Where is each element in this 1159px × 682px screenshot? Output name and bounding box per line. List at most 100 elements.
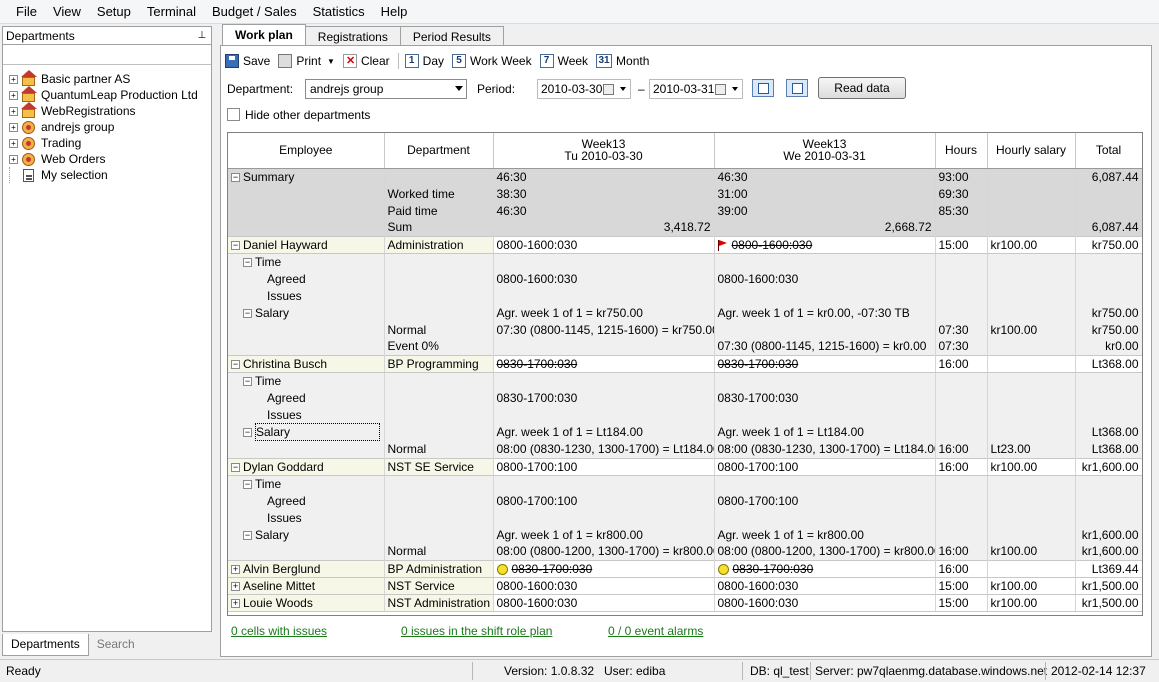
- employee-row[interactable]: − Daniel Hayward Administration 0800-1600:0…: [228, 235, 1142, 254]
- cell-total[interactable]: [1075, 287, 1142, 304]
- cell-department[interactable]: NST Administration: [384, 593, 494, 612]
- cell-day2[interactable]: 08:00 (0830-1230, 1300-1700) = Lt184.00: [714, 441, 936, 458]
- cell-department[interactable]: [384, 423, 494, 441]
- column-header-employee[interactable]: Employee: [228, 133, 385, 169]
- cell-hours[interactable]: 15:00: [935, 593, 988, 612]
- tree-node[interactable]: + Trading: [9, 135, 211, 151]
- cell-total[interactable]: [1075, 492, 1142, 509]
- cell-department[interactable]: Sum: [384, 219, 494, 236]
- cell-department[interactable]: [384, 253, 494, 270]
- cell-hourly-salary[interactable]: [987, 372, 1076, 389]
- employee-row[interactable]: − Dylan Goddard NST SE Service 0800-1700:10…: [228, 457, 1142, 476]
- cell-total[interactable]: kr1,600.00: [1075, 457, 1142, 476]
- collapse-icon[interactable]: −: [231, 359, 240, 369]
- cell-hours[interactable]: [935, 287, 988, 304]
- cell-day2[interactable]: 0800-1600:030: [714, 576, 936, 595]
- cell-day2[interactable]: 2,668.72: [714, 219, 936, 236]
- cell-hourly-salary[interactable]: [987, 492, 1076, 509]
- cell-day1[interactable]: 0800-1700:100: [493, 457, 715, 476]
- menu-item-statistics[interactable]: Statistics: [305, 0, 373, 24]
- detail-row[interactable]: Normal 08:00 (0830-1230, 1300-1700) = Lt1…: [228, 441, 1142, 458]
- detail-row[interactable]: Event 0% 07:30 (0800-1145, 1215-1600) = k…: [228, 338, 1142, 355]
- cell-employee[interactable]: Agreed: [228, 270, 385, 287]
- calendar-icon[interactable]: [715, 84, 726, 95]
- cell-employee[interactable]: − Salary: [228, 423, 385, 441]
- cell-total[interactable]: kr750.00: [1075, 321, 1142, 338]
- cell-day2[interactable]: [714, 321, 936, 338]
- expand-icon[interactable]: +: [231, 581, 240, 591]
- tab-search[interactable]: Search: [88, 634, 143, 656]
- cell-department[interactable]: [384, 509, 494, 526]
- menu-item-help[interactable]: Help: [373, 0, 416, 24]
- detail-row[interactable]: − Salary Agr. week 1 of 1 = kr750.00 Agr. w…: [228, 304, 1142, 321]
- cell-employee[interactable]: Issues: [228, 287, 385, 304]
- summary-row[interactable]: Paid time 46:30 39:00 85:30: [228, 202, 1142, 219]
- work-week-view-button[interactable]: 5 Work Week: [452, 54, 532, 68]
- cell-hours[interactable]: [935, 270, 988, 287]
- cell-total[interactable]: 6,087.44: [1075, 219, 1142, 236]
- cell-hourly-salary[interactable]: kr100.00: [987, 457, 1076, 476]
- cell-day1[interactable]: 0800-1600:030: [493, 270, 715, 287]
- tree-node[interactable]: + WebRegistrations: [9, 102, 211, 119]
- week-view-button[interactable]: 7 Week: [539, 54, 588, 68]
- cell-employee[interactable]: − Time: [228, 253, 385, 270]
- chevron-down-icon[interactable]: ▼: [327, 57, 335, 66]
- cell-day1[interactable]: [493, 406, 715, 423]
- cell-employee[interactable]: [228, 185, 385, 202]
- cell-hourly-salary[interactable]: [987, 509, 1076, 526]
- cell-total[interactable]: [1075, 509, 1142, 526]
- cell-day1[interactable]: 0800-1700:100: [493, 492, 715, 509]
- cell-employee[interactable]: Issues: [228, 406, 385, 423]
- cell-hourly-salary[interactable]: [987, 202, 1076, 219]
- pin-icon[interactable]: ⊥: [196, 30, 208, 42]
- collapse-icon[interactable]: −: [243, 258, 252, 268]
- summary-row[interactable]: Worked time 38:30 31:00 69:30: [228, 185, 1142, 202]
- cell-department[interactable]: [384, 168, 494, 185]
- tree-node[interactable]: + andrejs group: [9, 119, 211, 135]
- detail-row[interactable]: Issues: [228, 287, 1142, 304]
- cell-day2[interactable]: 07:30 (0800-1145, 1215-1600) = kr0.00: [714, 338, 936, 355]
- read-data-button[interactable]: Read data: [818, 77, 906, 99]
- cell-hours[interactable]: [935, 526, 988, 543]
- cell-employee[interactable]: − Time: [228, 475, 385, 492]
- cell-day2[interactable]: 0800-1600:030: [714, 270, 936, 287]
- cell-day1[interactable]: 38:30: [493, 185, 715, 202]
- cell-employee[interactable]: Issues: [228, 509, 385, 526]
- detail-row[interactable]: Normal 08:00 (0800-1200, 1300-1700) = kr8…: [228, 543, 1142, 560]
- cell-hourly-salary[interactable]: [987, 423, 1076, 441]
- cell-total[interactable]: 6,087.44: [1075, 168, 1142, 185]
- detail-row[interactable]: − Time: [228, 475, 1142, 492]
- hide-other-departments-checkbox[interactable]: [227, 108, 240, 121]
- cell-day1[interactable]: Agr. week 1 of 1 = kr750.00: [493, 304, 715, 321]
- cell-department[interactable]: [384, 389, 494, 406]
- expand-icon[interactable]: +: [9, 122, 18, 132]
- cell-hours[interactable]: [935, 492, 988, 509]
- cell-total[interactable]: [1075, 270, 1142, 287]
- cell-employee[interactable]: − Summary: [228, 168, 385, 185]
- cell-total[interactable]: [1075, 253, 1142, 270]
- cell-hours[interactable]: 07:30: [935, 321, 988, 338]
- cell-department[interactable]: Normal: [384, 441, 494, 458]
- expand-icon[interactable]: +: [231, 564, 240, 574]
- cell-day2[interactable]: 0800-1600:030: [714, 235, 936, 254]
- cell-hourly-salary[interactable]: [987, 559, 1076, 578]
- shift-role-plan-issues-link[interactable]: 0 issues in the shift role plan: [401, 624, 552, 638]
- cell-department[interactable]: [384, 372, 494, 389]
- summary-row[interactable]: Sum 3,418.72 2,668.72 6,087.44: [228, 219, 1142, 236]
- cell-hourly-salary[interactable]: [987, 389, 1076, 406]
- period-from-date[interactable]: 2010-03-30: [537, 79, 631, 99]
- cell-department[interactable]: [384, 406, 494, 423]
- cell-hours[interactable]: 16:00: [935, 441, 988, 458]
- menu-item-setup[interactable]: Setup: [89, 0, 139, 24]
- clear-button[interactable]: Clear: [342, 54, 390, 68]
- cell-hourly-salary[interactable]: [987, 270, 1076, 287]
- cell-hours[interactable]: 69:30: [935, 185, 988, 202]
- cell-day2[interactable]: 0830-1700:030: [714, 354, 936, 373]
- employee-row[interactable]: + Alvin Berglund BP Administration 0830-170…: [228, 559, 1142, 578]
- cell-employee[interactable]: + Alvin Berglund: [228, 559, 385, 578]
- cell-day2[interactable]: 39:00: [714, 202, 936, 219]
- cell-day1[interactable]: 0830-1700:030: [493, 389, 715, 406]
- cell-hourly-salary[interactable]: [987, 168, 1076, 185]
- cell-day2[interactable]: 31:00: [714, 185, 936, 202]
- cell-day2[interactable]: [714, 475, 936, 492]
